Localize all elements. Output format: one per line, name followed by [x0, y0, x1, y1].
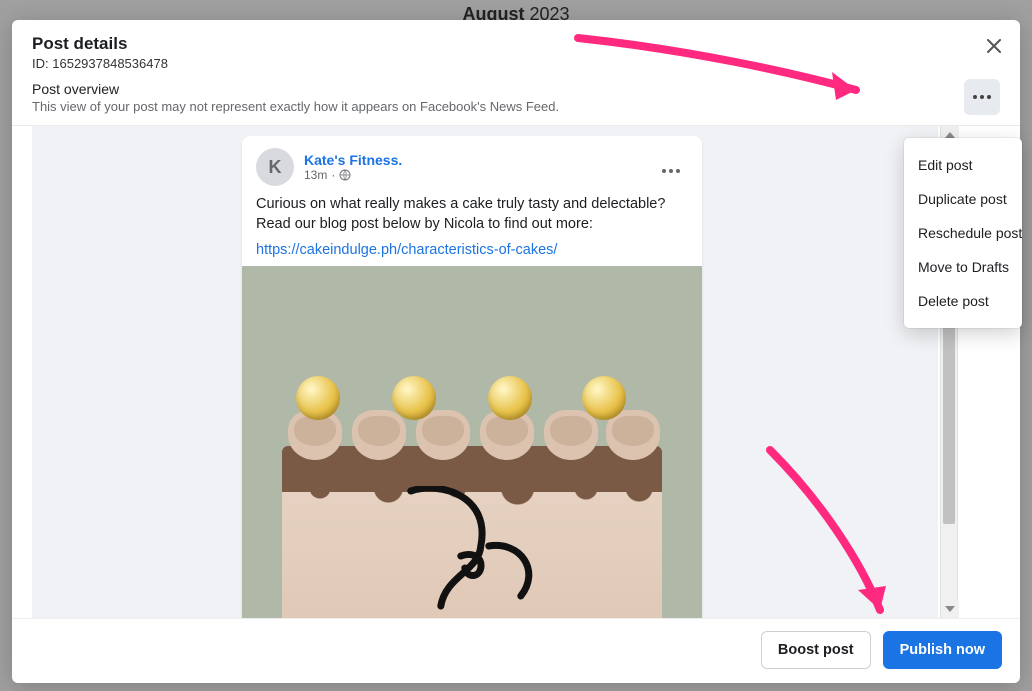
modal-header: Post details ID: 1652937848536478: [12, 20, 1020, 81]
post-details-modal: Post details ID: 1652937848536478 Post o…: [12, 20, 1020, 683]
meta-dot: ·: [331, 168, 335, 182]
post-text-line2: Read our blog post below by Nicola to fi…: [256, 214, 688, 234]
author-meta-block: Kate's Fitness. 13m ·: [304, 152, 402, 182]
author-name[interactable]: Kate's Fitness.: [304, 152, 402, 168]
menu-delete-post[interactable]: Delete post: [904, 284, 1022, 318]
overview-row: Post overview This view of your post may…: [12, 81, 1020, 126]
boost-post-button[interactable]: Boost post: [761, 631, 871, 669]
post-preview-area: K Kate's Fitness. 13m · Curious on: [32, 126, 938, 618]
ellipsis-icon: [662, 169, 680, 173]
content-scroll-area: K Kate's Fitness. 13m · Curious on: [12, 126, 1020, 618]
ellipsis-icon: [973, 95, 991, 99]
facebook-post-card: K Kate's Fitness. 13m · Curious on: [242, 136, 702, 618]
post-body: Curious on what really makes a cake trul…: [242, 194, 702, 266]
chevron-down-icon: [945, 606, 955, 612]
close-icon: [987, 39, 1001, 53]
overview-title: Post overview: [32, 81, 954, 97]
overview-description: This view of your post may not represent…: [32, 99, 954, 114]
cake-illustration: [282, 446, 662, 618]
post-id: ID: 1652937848536478: [32, 56, 1000, 71]
author-avatar[interactable]: K: [256, 148, 294, 186]
post-image[interactable]: [242, 266, 702, 618]
menu-duplicate-post[interactable]: Duplicate post: [904, 182, 1022, 216]
post-time[interactable]: 13m: [304, 168, 327, 182]
post-meta: 13m ·: [304, 168, 402, 182]
publish-now-button[interactable]: Publish now: [883, 631, 1002, 669]
scroll-down-button[interactable]: [941, 600, 959, 618]
modal-footer: Boost post Publish now: [12, 618, 1020, 683]
globe-icon: [339, 169, 351, 181]
menu-reschedule-post[interactable]: Reschedule post: [904, 216, 1022, 250]
overview-text-block: Post overview This view of your post may…: [32, 81, 954, 114]
post-link[interactable]: https://cakeindulge.ph/characteristics-o…: [256, 242, 557, 258]
menu-edit-post[interactable]: Edit post: [904, 148, 1022, 182]
post-card-header: K Kate's Fitness. 13m ·: [242, 136, 702, 194]
post-card-more-button[interactable]: [654, 153, 688, 182]
post-id-value: 1652937848536478: [52, 56, 168, 71]
post-actions-dropdown: Edit post Duplicate post Reschedule post…: [904, 138, 1022, 328]
menu-move-to-drafts[interactable]: Move to Drafts: [904, 250, 1022, 284]
post-id-prefix: ID:: [32, 56, 49, 71]
post-actions-button[interactable]: [964, 79, 1000, 115]
post-text-line1: Curious on what really makes a cake trul…: [256, 194, 688, 214]
modal-title: Post details: [32, 34, 1000, 54]
close-button[interactable]: [982, 34, 1006, 58]
